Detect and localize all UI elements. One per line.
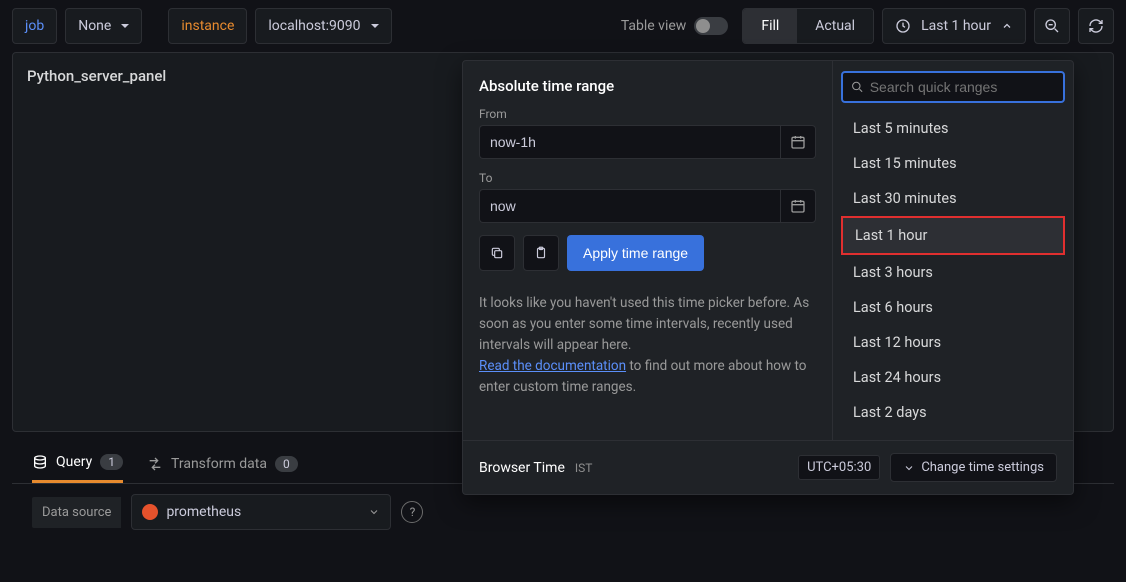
calendar-icon bbox=[790, 134, 806, 150]
chevron-up-icon bbox=[1001, 20, 1013, 32]
fill-actual-segment: Fill Actual bbox=[742, 8, 874, 44]
from-label: From bbox=[479, 107, 816, 121]
quick-ranges-list: Last 5 minutesLast 15 minutesLast 30 min… bbox=[841, 111, 1065, 430]
tab-transform-label: Transform data bbox=[171, 456, 267, 472]
quick-range-item[interactable]: Last 24 hours bbox=[841, 360, 1065, 395]
tab-query-count: 1 bbox=[100, 454, 123, 470]
fill-segment[interactable]: Fill bbox=[743, 9, 797, 43]
instance-label-pill[interactable]: instance bbox=[168, 8, 247, 44]
top-toolbar: job None instance localhost:9090 Table v… bbox=[0, 0, 1126, 52]
datasource-select[interactable]: prometheus bbox=[131, 494, 391, 530]
read-documentation-link[interactable]: Read the documentation bbox=[479, 358, 626, 374]
quick-range-item[interactable]: Last 15 minutes bbox=[841, 146, 1065, 181]
datasource-label: Data source bbox=[32, 497, 121, 528]
browser-time-label: Browser Time bbox=[479, 460, 565, 476]
quick-range-item[interactable]: Last 3 hours bbox=[841, 255, 1065, 290]
copy-button[interactable] bbox=[479, 235, 515, 271]
quick-range-item[interactable]: Last 5 minutes bbox=[841, 111, 1065, 146]
timepicker-hint: It looks like you haven't used this time… bbox=[479, 293, 816, 398]
instance-value-dropdown[interactable]: localhost:9090 bbox=[255, 8, 391, 44]
table-view-toggle-group: Table view bbox=[621, 17, 729, 35]
from-input[interactable] bbox=[479, 125, 780, 159]
from-calendar-button[interactable] bbox=[780, 125, 816, 159]
instance-value: localhost:9090 bbox=[268, 18, 360, 34]
job-value: None bbox=[78, 18, 111, 34]
to-input[interactable] bbox=[479, 189, 780, 223]
transform-icon bbox=[147, 456, 163, 472]
help-icon[interactable]: ? bbox=[401, 501, 423, 523]
utc-offset: UTC+05:30 bbox=[798, 455, 880, 480]
refresh-button[interactable] bbox=[1078, 8, 1114, 44]
instance-label: instance bbox=[181, 18, 234, 34]
zoom-out-button[interactable] bbox=[1034, 8, 1070, 44]
search-icon bbox=[851, 80, 864, 94]
to-calendar-button[interactable] bbox=[780, 189, 816, 223]
job-label: job bbox=[25, 18, 44, 34]
database-icon bbox=[32, 454, 48, 470]
apply-time-range-button[interactable]: Apply time range bbox=[567, 235, 704, 271]
quick-range-item[interactable]: Last 2 days bbox=[841, 395, 1065, 430]
chevron-down-icon bbox=[368, 506, 380, 518]
quick-search-box[interactable] bbox=[841, 71, 1065, 103]
quick-ranges-column: Last 5 minutesLast 15 minutesLast 30 min… bbox=[833, 61, 1073, 440]
quick-range-item[interactable]: Last 12 hours bbox=[841, 325, 1065, 360]
copy-icon bbox=[490, 246, 504, 260]
quick-range-item[interactable]: Last 30 minutes bbox=[841, 181, 1065, 216]
tab-query[interactable]: Query 1 bbox=[32, 454, 123, 483]
tab-transform-count: 0 bbox=[275, 456, 298, 472]
quick-range-item[interactable]: Last 1 hour bbox=[841, 216, 1065, 255]
datasource-value: prometheus bbox=[166, 504, 360, 520]
clipboard-icon bbox=[534, 246, 548, 260]
job-value-dropdown[interactable]: None bbox=[65, 8, 142, 44]
absolute-range-title: Absolute time range bbox=[479, 77, 816, 95]
actual-segment[interactable]: Actual bbox=[797, 9, 873, 43]
prometheus-icon bbox=[142, 504, 158, 520]
quick-range-item[interactable]: Last 6 hours bbox=[841, 290, 1065, 325]
to-label: To bbox=[479, 171, 816, 185]
table-view-toggle[interactable] bbox=[694, 17, 728, 35]
chevron-down-icon bbox=[903, 462, 915, 474]
tab-query-label: Query bbox=[56, 454, 92, 470]
time-range-label: Last 1 hour bbox=[921, 18, 991, 34]
zoom-out-icon bbox=[1044, 18, 1060, 34]
calendar-icon bbox=[790, 198, 806, 214]
quick-search-input[interactable] bbox=[870, 79, 1055, 95]
timepicker-popover: Absolute time range From To bbox=[462, 60, 1074, 495]
timepicker-footer: Browser Time IST UTC+05:30 Change time s… bbox=[463, 440, 1073, 494]
absolute-range-column: Absolute time range From To bbox=[463, 61, 833, 440]
tab-transform[interactable]: Transform data 0 bbox=[147, 456, 298, 482]
job-label-pill[interactable]: job bbox=[12, 8, 57, 44]
table-view-label: Table view bbox=[621, 18, 687, 34]
time-range-button[interactable]: Last 1 hour bbox=[882, 8, 1026, 44]
change-time-settings-button[interactable]: Change time settings bbox=[890, 453, 1057, 482]
clock-icon bbox=[895, 18, 911, 34]
browser-time-tz: IST bbox=[575, 461, 593, 475]
refresh-icon bbox=[1088, 18, 1104, 34]
paste-button[interactable] bbox=[523, 235, 559, 271]
